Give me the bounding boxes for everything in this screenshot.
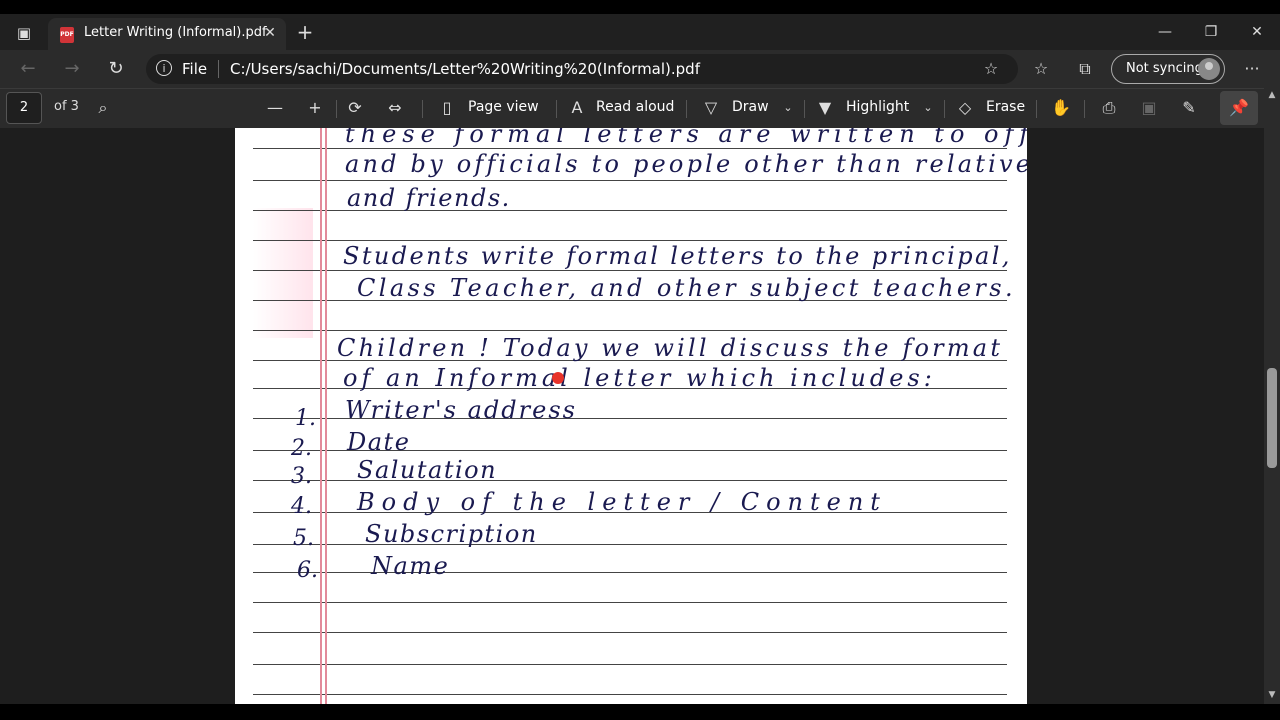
ruled-line (253, 694, 1007, 695)
chevron-down-icon[interactable]: ⌄ (780, 97, 796, 119)
zoom-out-icon[interactable]: — (264, 97, 286, 119)
page-number-input[interactable]: 2 (6, 92, 42, 124)
pdf-toolbar: 2 of 3 ⌕ — + ⟳ ⇔ ▯ Page view A Read alou… (0, 88, 1280, 128)
eraser-icon[interactable]: ◇ (954, 97, 976, 119)
margin-line (325, 128, 327, 704)
ruled-line (253, 240, 1007, 241)
divider (686, 100, 687, 118)
rotate-icon[interactable]: ⟳ (344, 97, 366, 119)
list-number: 5. (293, 526, 314, 551)
scroll-thumb[interactable] (1267, 368, 1277, 468)
list-item: Name (371, 552, 450, 580)
profile-button[interactable]: Not syncing (1111, 54, 1225, 84)
pin-toolbar-button[interactable]: 📌 (1220, 91, 1258, 125)
draw-icon[interactable]: ▽ (700, 97, 722, 119)
divider (1036, 100, 1037, 118)
handwritten-line: and friends. (347, 184, 511, 212)
divider (804, 100, 805, 118)
list-number: 1. (295, 406, 316, 431)
sync-status-label: Not syncing (1126, 61, 1203, 76)
pointer-highlight (552, 372, 564, 384)
divider (1084, 100, 1085, 118)
ruled-line (253, 664, 1007, 665)
handwritten-line: Students write formal letters to the pri… (343, 242, 1012, 270)
tab-actions-icon[interactable]: ▣ (10, 22, 38, 44)
minimize-button[interactable]: — (1142, 18, 1188, 46)
list-number: 2. (291, 436, 312, 461)
avatar (1198, 58, 1220, 80)
back-icon[interactable]: ← (14, 57, 42, 81)
list-number: 4. (291, 494, 312, 519)
list-item: Salutation (357, 456, 498, 484)
ruled-line (253, 602, 1007, 603)
chevron-down-icon[interactable]: ⌄ (920, 97, 936, 119)
list-item: Date (347, 428, 411, 456)
read-aloud-button[interactable]: Read aloud (596, 99, 674, 115)
handwritten-line: Children ! Today we will discuss the for… (337, 334, 1004, 362)
page-view-button[interactable]: Page view (468, 99, 539, 115)
margin-line (320, 128, 322, 704)
save-icon[interactable]: ▣ (1138, 97, 1160, 119)
list-item: Writer's address (345, 396, 577, 424)
ruled-line (253, 632, 1007, 633)
pdf-page: these formal letters are written to offi… (235, 128, 1027, 704)
touch-writing-icon[interactable]: ✋ (1050, 97, 1072, 119)
draw-button[interactable]: Draw (732, 99, 769, 115)
highlight-icon[interactable]: ▼ (814, 97, 836, 119)
add-favorite-icon[interactable]: ☆ (980, 59, 1002, 79)
restore-button[interactable]: ❐ (1188, 18, 1234, 46)
file-label: File (182, 60, 208, 78)
scrollbar[interactable]: ▲ ▼ (1264, 88, 1280, 704)
pdf-icon: PDF (60, 27, 74, 43)
url-text[interactable]: C:/Users/sachi/Documents/Letter%20Writin… (230, 60, 700, 78)
info-icon[interactable]: i (156, 60, 172, 76)
favorites-icon[interactable]: ☆ (1029, 58, 1053, 80)
tab-title: Letter Writing (Informal).pdf (84, 25, 267, 40)
read-aloud-icon[interactable]: A (566, 97, 588, 119)
list-number: 6. (297, 558, 318, 583)
list-item: Body of the letter / Content (357, 488, 887, 516)
list-item: Subscription (365, 520, 538, 548)
handwritten-line: of an Informal letter which includes: (343, 364, 936, 392)
url-bar[interactable]: i File C:/Users/sachi/Documents/Letter%2… (146, 54, 1018, 84)
page-view-icon[interactable]: ▯ (436, 97, 458, 119)
title-bar: ▣ PDF Letter Writing (Informal).pdf ✕ + … (0, 14, 1280, 50)
forward-icon[interactable]: → (58, 57, 86, 81)
handwritten-line: Class Teacher, and other subject teacher… (357, 274, 1017, 302)
ruled-line (253, 330, 1007, 331)
print-icon[interactable]: ⎙ (1098, 97, 1120, 119)
search-icon[interactable]: ⌕ (92, 97, 114, 119)
erase-button[interactable]: Erase (986, 99, 1025, 115)
divider (944, 100, 945, 118)
refresh-icon[interactable]: ↻ (102, 57, 130, 81)
collections-icon[interactable]: ⧉ (1073, 58, 1097, 80)
pdf-viewer[interactable]: these formal letters are written to offi… (0, 128, 1264, 704)
list-number: 3. (291, 464, 312, 489)
scroll-up-icon[interactable]: ▲ (1264, 88, 1280, 102)
divider (336, 100, 337, 118)
close-window-button[interactable]: ✕ (1234, 18, 1280, 46)
save-as-icon[interactable]: ✎ (1178, 97, 1200, 119)
ruled-line (253, 270, 1007, 271)
pin-icon: 📌 (1229, 98, 1249, 117)
scroll-down-icon[interactable]: ▼ (1264, 688, 1280, 702)
ruled-line (253, 180, 1007, 181)
handwritten-line: and by officials to people other than re… (345, 150, 1027, 178)
divider (218, 60, 219, 78)
zoom-in-icon[interactable]: + (304, 97, 326, 119)
address-bar: ← → ↻ i File C:/Users/sachi/Documents/Le… (0, 50, 1280, 88)
handwritten-line: these formal letters are written to offi… (345, 128, 1027, 148)
divider (556, 100, 557, 118)
ruled-line (253, 148, 1007, 149)
margin-shading (253, 208, 313, 338)
ruled-line (253, 572, 1007, 573)
fit-width-icon[interactable]: ⇔ (384, 97, 406, 119)
page-count: of 3 (54, 99, 79, 114)
tab-close-icon[interactable]: ✕ (260, 23, 280, 43)
highlight-button[interactable]: Highlight (846, 99, 909, 115)
more-icon[interactable]: ··· (1240, 58, 1264, 80)
tab-active[interactable]: PDF Letter Writing (Informal).pdf ✕ (48, 18, 286, 50)
new-tab-icon[interactable]: + (294, 22, 316, 44)
divider (422, 100, 423, 118)
